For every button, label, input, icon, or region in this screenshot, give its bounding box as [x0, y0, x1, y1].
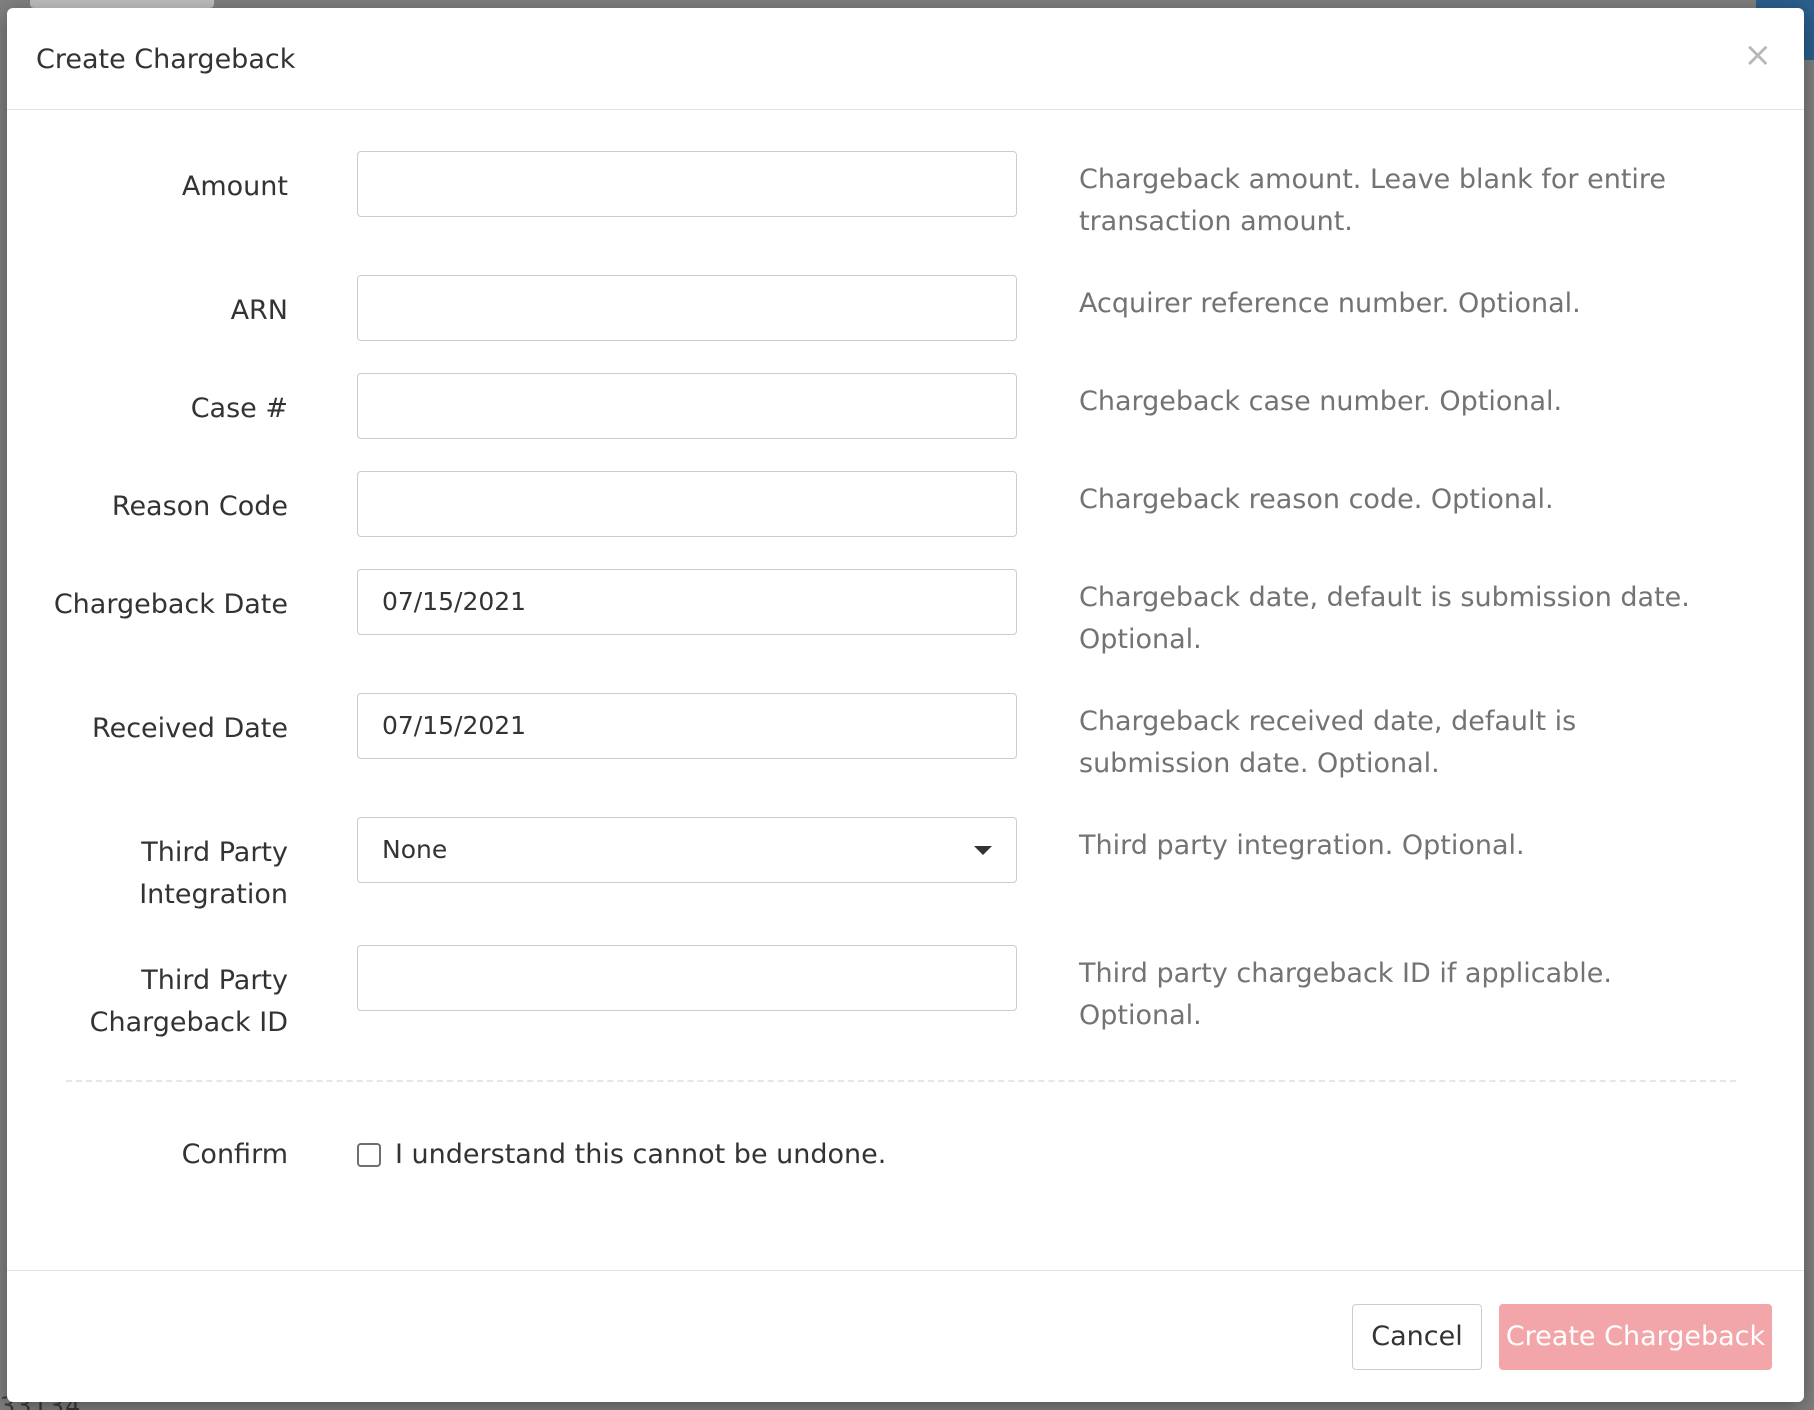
received-date-label: Received Date — [92, 713, 288, 744]
third-party-chargeback-id-label: Third Party Chargeback ID — [89, 965, 288, 1038]
third-party-integration-value: None — [382, 835, 448, 864]
case-number-help: Chargeback case number. Optional. — [1079, 386, 1563, 417]
create-chargeback-button[interactable]: Create Chargeback — [1499, 1304, 1772, 1370]
third-party-integration-label: Third Party Integration — [139, 837, 288, 910]
reason-code-input[interactable] — [357, 471, 1017, 537]
create-chargeback-modal: Create Chargeback × Amount Chargeback am… — [7, 8, 1804, 1402]
reason-code-help: Chargeback reason code. Optional. — [1079, 484, 1554, 515]
arn-label: ARN — [230, 295, 288, 326]
case-number-label: Case # — [190, 393, 288, 424]
close-icon[interactable]: × — [1744, 38, 1773, 72]
amount-input[interactable] — [357, 151, 1017, 217]
reason-code-label: Reason Code — [111, 491, 288, 522]
chargeback-date-input[interactable]: 07/15/2021 — [357, 569, 1017, 635]
modal-title: Create Chargeback — [36, 44, 296, 75]
chargeback-date-help: Chargeback date, default is submission d… — [1079, 582, 1690, 655]
confirm-label: Confirm — [181, 1139, 288, 1170]
arn-input[interactable] — [357, 275, 1017, 341]
received-date-input[interactable]: 07/15/2021 — [357, 693, 1017, 759]
arn-help: Acquirer reference number. Optional. — [1079, 288, 1581, 319]
third-party-integration-select[interactable]: None — [357, 817, 1017, 883]
third-party-chargeback-id-input[interactable] — [357, 945, 1017, 1011]
cancel-button[interactable]: Cancel — [1352, 1304, 1482, 1370]
amount-label: Amount — [181, 171, 288, 202]
amount-help: Chargeback amount. Leave blank for entir… — [1079, 164, 1667, 237]
backdrop-tab — [30, 0, 214, 8]
chargeback-date-label: Chargeback Date — [53, 589, 288, 620]
confirm-checkbox-text[interactable]: I understand this cannot be undone. — [395, 1134, 886, 1176]
third-party-integration-help: Third party integration. Optional. — [1079, 830, 1525, 861]
received-date-help: Chargeback received date, default is sub… — [1079, 706, 1577, 779]
case-number-input[interactable] — [357, 373, 1017, 439]
confirm-checkbox[interactable] — [357, 1143, 381, 1167]
modal-footer: Cancel Create Chargeback — [7, 1270, 1804, 1402]
third-party-chargeback-id-help: Third party chargeback ID if applicable.… — [1079, 958, 1612, 1031]
form-divider — [66, 1080, 1736, 1082]
caret-down-icon — [974, 846, 992, 855]
modal-header: Create Chargeback × — [7, 8, 1804, 110]
